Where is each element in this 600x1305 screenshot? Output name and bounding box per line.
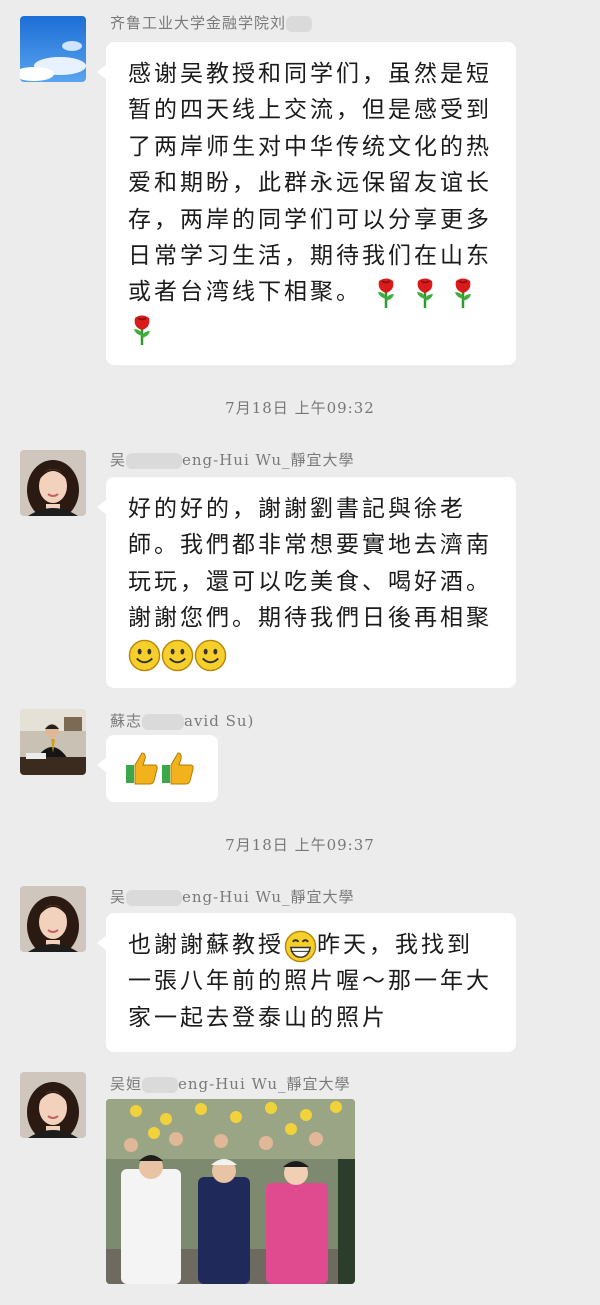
avatar-sky[interactable] [20, 16, 86, 82]
smile-icon [128, 639, 161, 672]
avatar-woman[interactable] [20, 886, 86, 952]
sender-name: 吴 eng-Hui Wu_靜宜大學 [110, 888, 355, 906]
message-bubble[interactable]: 好的好的，謝謝劉書記與徐老師。我們都非常想要實地去濟南玩玩，還可以吃美食、喝好酒… [97, 477, 516, 688]
rose-icon [416, 278, 433, 309]
blurred-name [142, 714, 185, 730]
message-bubble[interactable]: 也謝謝蘇教授 昨天，我找到一張八年前的照片喔～那一年大家一起去登泰山的照片 [97, 913, 516, 1052]
sender-name: 吴姮 eng-Hui Wu_靜宜大學 [110, 1075, 351, 1093]
message-text: 好的好的，謝謝劉書記與徐老師。我們都非常想要實地去濟南玩玩，還可以吃美食、喝好酒… [128, 496, 492, 632]
blurred-name [142, 1077, 179, 1093]
message-bubble[interactable]: 感谢吴教授和同学们，虽然是短暂的四天线上交流，但是感受到了两岸师生对中华传统文化… [97, 42, 516, 365]
avatar-woman[interactable] [20, 450, 86, 516]
sender-name: 吴 eng-Hui Wu_靜宜大學 [110, 451, 355, 469]
thumbs-up-icon [162, 752, 194, 785]
avatar-woman[interactable] [20, 1072, 86, 1138]
rose-icon [454, 278, 471, 309]
group-photo-image[interactable] [106, 1099, 355, 1284]
sender-name: 齐鲁工业大学金融学院刘 [110, 12, 313, 33]
timestamp: 7月18日 上午09:32 [225, 399, 375, 417]
message-bubble[interactable] [97, 735, 218, 802]
timestamp: 7月18日 上午09:37 [225, 836, 375, 854]
rose-icon [134, 315, 150, 345]
grin-icon [284, 930, 317, 962]
avatar-man-office[interactable] [20, 709, 86, 775]
rose-icon [378, 278, 395, 309]
message-text: 感谢吴教授和同学们，虽然是短暂的四天线上交流，但是感受到了两岸师生对中华传统文化… [128, 61, 492, 306]
message-text-part-1: 也謝謝蘇教授 [128, 932, 284, 958]
smile-icon [161, 639, 194, 672]
thumbs-up-emoji-group [124, 752, 196, 785]
sender-name: 蘇志 avid Su) [110, 712, 255, 730]
blurred-name [286, 16, 313, 32]
thumbs-up-icon [126, 752, 158, 785]
blurred-name [126, 453, 183, 469]
smile-icon [194, 639, 227, 672]
blurred-name [126, 890, 183, 906]
smile-emoji-group [128, 639, 227, 672]
